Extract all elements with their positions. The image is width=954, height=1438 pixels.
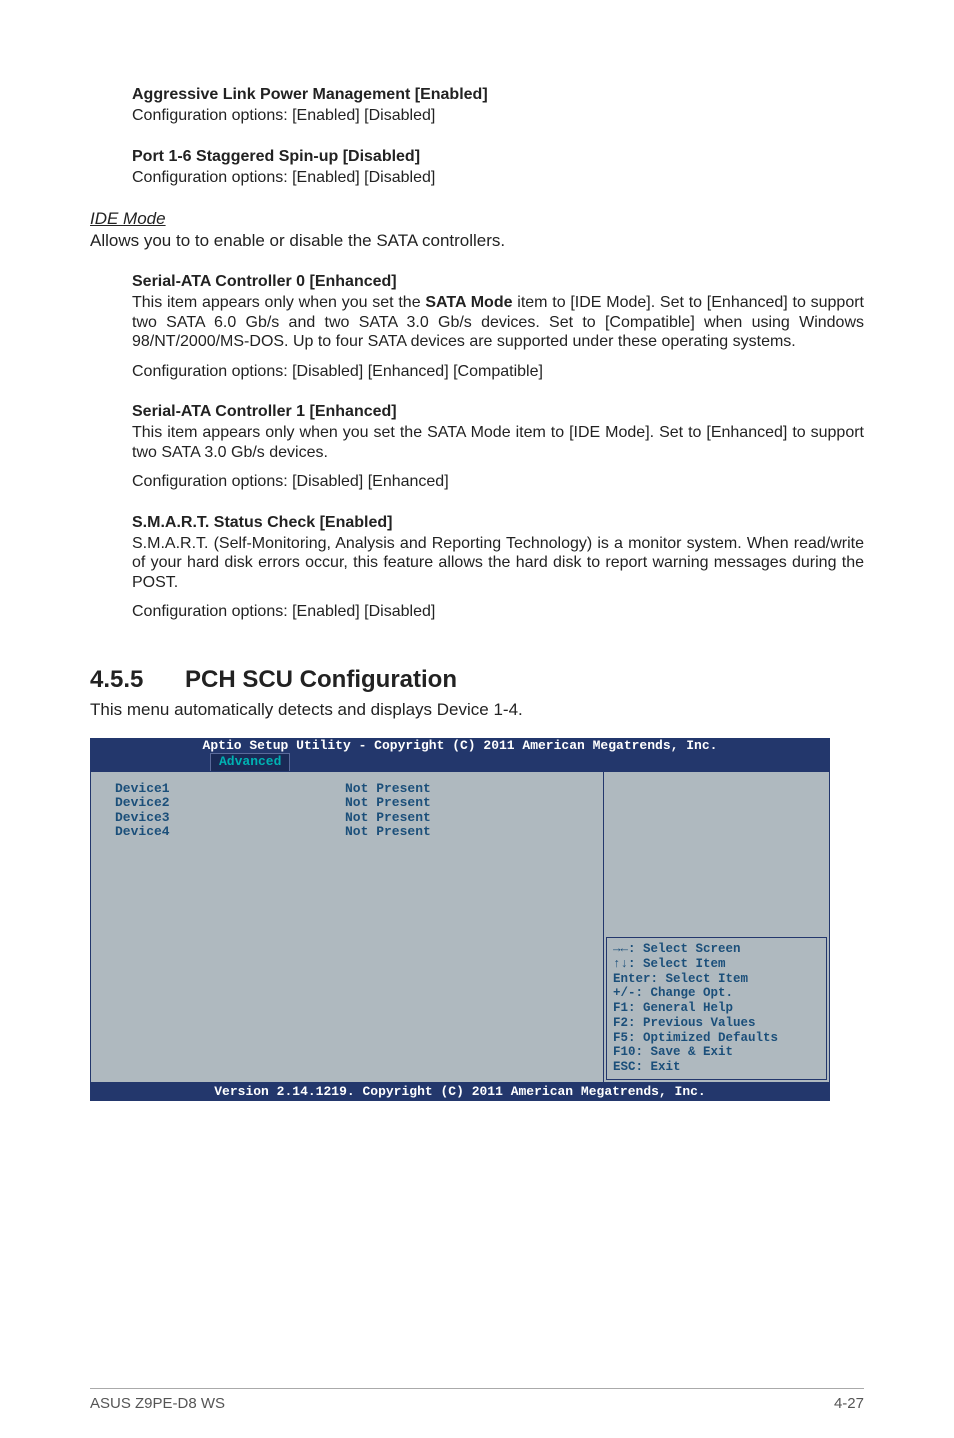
aggressive-link-body: Configuration options: [Enabled] [Disabl… <box>132 106 864 126</box>
ide-details-block: Serial-ATA Controller 0 [Enhanced] This … <box>132 273 864 622</box>
serial-ata-0-p1a: This item appears only when you set the <box>132 294 425 311</box>
device-name: Device4 <box>115 825 345 840</box>
document-page: Aggressive Link Power Management [Enable… <box>0 0 954 1438</box>
device-state: Not Present <box>345 782 431 797</box>
bios-device-list: Device1 Not Present Device2 Not Present … <box>91 772 603 1082</box>
device-state: Not Present <box>345 825 431 840</box>
footer-left: ASUS Z9PE-D8 WS <box>90 1395 225 1412</box>
device-name: Device2 <box>115 796 345 811</box>
section-heading: 4.5.5PCH SCU Configuration <box>90 666 864 694</box>
ide-mode-desc: Allows you to to enable or disable the S… <box>90 231 864 251</box>
list-item: Device4 Not Present <box>115 825 593 840</box>
bios-screenshot: Aptio Setup Utility - Copyright (C) 2011… <box>90 738 830 1102</box>
smart-title: S.M.A.R.T. Status Check [Enabled] <box>132 514 864 532</box>
smart-p1: S.M.A.R.T. (Self-Monitoring, Analysis an… <box>132 534 864 593</box>
bios-tab-row: Advanced <box>90 753 830 771</box>
page-footer: ASUS Z9PE-D8 WS 4-27 <box>90 1388 864 1412</box>
bios-title-bar: Aptio Setup Utility - Copyright (C) 2011… <box>90 738 830 754</box>
help-line: +/-: Change Opt. <box>613 986 820 1001</box>
bios-main-area: Device1 Not Present Device2 Not Present … <box>90 771 830 1083</box>
bios-tab-advanced[interactable]: Advanced <box>210 753 290 771</box>
serial-ata-1-title: Serial-ATA Controller 1 [Enhanced] <box>132 403 864 421</box>
smart-p2: Configuration options: [Enabled] [Disabl… <box>132 602 864 622</box>
serial-ata-0-p1: This item appears only when you set the … <box>132 293 864 352</box>
footer-right: 4-27 <box>834 1395 864 1412</box>
device-state: Not Present <box>345 796 431 811</box>
aggressive-link-block: Aggressive Link Power Management [Enable… <box>132 86 864 187</box>
serial-ata-0-title: Serial-ATA Controller 0 [Enhanced] <box>132 273 864 291</box>
device-name: Device3 <box>115 811 345 826</box>
serial-ata-0-p2: Configuration options: [Disabled] [Enhan… <box>132 362 864 382</box>
port-staggered-body: Configuration options: [Enabled] [Disabl… <box>132 168 864 188</box>
bios-help-box: →←: Select Screen ↑↓: Select Item Enter:… <box>606 937 827 1080</box>
port-staggered-title: Port 1-6 Staggered Spin-up [Disabled] <box>132 148 864 166</box>
section-number: 4.5.5 <box>90 666 185 694</box>
serial-ata-1-p2: Configuration options: [Disabled] [Enhan… <box>132 472 864 492</box>
list-item: Device2 Not Present <box>115 796 593 811</box>
bios-right-panel: →←: Select Screen ↑↓: Select Item Enter:… <box>603 772 829 1082</box>
list-item: Device1 Not Present <box>115 782 593 797</box>
help-line: →←: Select Screen <box>613 942 820 957</box>
aggressive-link-title: Aggressive Link Power Management [Enable… <box>132 86 864 104</box>
help-line: Enter: Select Item <box>613 972 820 987</box>
help-line: F2: Previous Values <box>613 1016 820 1031</box>
section-desc: This menu automatically detects and disp… <box>90 700 864 720</box>
ide-mode-heading: IDE Mode <box>90 209 864 229</box>
bios-footer-bar: Version 2.14.1219. Copyright (C) 2011 Am… <box>90 1083 830 1102</box>
sata-mode-bold: SATA Mode <box>425 294 512 311</box>
section-title: PCH SCU Configuration <box>185 666 457 693</box>
help-line: ESC: Exit <box>613 1060 820 1075</box>
help-line: F5: Optimized Defaults <box>613 1031 820 1046</box>
list-item: Device3 Not Present <box>115 811 593 826</box>
device-state: Not Present <box>345 811 431 826</box>
help-line: ↑↓: Select Item <box>613 957 820 972</box>
help-line: F10: Save & Exit <box>613 1045 820 1060</box>
serial-ata-1-p1: This item appears only when you set the … <box>132 423 864 462</box>
device-name: Device1 <box>115 782 345 797</box>
help-line: F1: General Help <box>613 1001 820 1016</box>
bios-right-spacer <box>604 772 829 935</box>
